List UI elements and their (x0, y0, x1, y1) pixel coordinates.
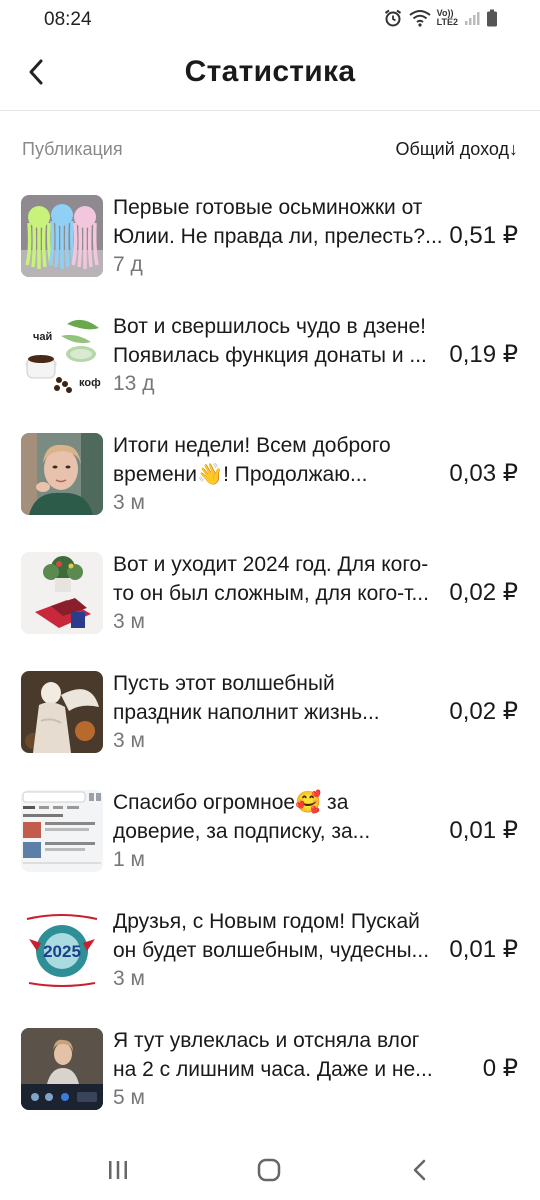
post-thumbnail-angel-figurine (21, 671, 103, 753)
home-button[interactable] (249, 1154, 289, 1186)
app-bar: Статистика (0, 40, 540, 111)
post-age: 1 м (113, 848, 145, 871)
status-time: 08:24 (44, 9, 92, 30)
wifi-icon (409, 10, 431, 27)
post-income: 0,02 ₽ (449, 698, 518, 725)
page-title: Статистика (184, 55, 356, 88)
post-age: 7 д (113, 253, 143, 276)
post-title-line-1: Друзья, с Новым годом! Пускай (113, 910, 420, 933)
post-age: 3 м (113, 491, 145, 514)
list-header: Публикация Общий доход↓ (22, 139, 518, 165)
post-thumbnail-new-year-2025-card: 2025 (21, 909, 103, 991)
post-title: Первые готовые осьминожки от Юлии. Не пр… (113, 193, 443, 251)
post-thumbnail-tea-coffee: чай коф (21, 314, 103, 396)
post-income: 0,01 ₽ (449, 936, 518, 963)
publication-row[interactable]: Пусть этот волшебный праздник наполнит ж… (0, 653, 540, 772)
status-bar: 08:24 Vo)) LTE2 (0, 0, 540, 40)
post-title: Я тут увлеклась и отсняла влог на 2 с ли… (113, 1026, 443, 1084)
post-age: 13 д (113, 372, 155, 395)
signal-icon (465, 12, 480, 25)
post-age: 3 м (113, 729, 145, 752)
system-nav-bar (0, 1140, 540, 1200)
lte2-label: LTE2 (436, 17, 458, 27)
post-income: 0,19 ₽ (449, 341, 518, 368)
post-income: 0,03 ₽ (449, 460, 518, 487)
battery-icon (487, 9, 497, 27)
post-title-line-1: Вот и уходит 2024 год. Для кого- (113, 553, 429, 576)
post-title-line-1: Первые готовые осьминожки от (113, 196, 423, 219)
publication-row[interactable]: Первые готовые осьминожки от Юлии. Не пр… (0, 177, 540, 296)
post-age: 5 м (113, 1086, 145, 1109)
post-title-line-2: он будет волшебным, чудесны... (113, 939, 430, 962)
post-income: 0,02 ₽ (449, 579, 518, 606)
thumb-text-tea: чай (33, 331, 52, 343)
post-income: 0,51 ₽ (449, 222, 518, 249)
post-thumbnail-app-screenshot (21, 790, 103, 872)
post-title-line-2: то он был сложным, для кого-т... (113, 582, 429, 605)
volte-lte2-icon: Vo)) LTE2 (437, 9, 458, 27)
post-title: Итоги недели! Всем доброго времени👋! Про… (113, 431, 443, 489)
publication-row[interactable]: Вот и уходит 2024 год. Для кого- то он б… (0, 534, 540, 653)
post-title: Друзья, с Новым годом! Пускай он будет в… (113, 907, 443, 965)
publication-row[interactable]: 2025 Друзья, с Новым годом! Пускай он бу… (0, 891, 540, 1010)
post-title-line-2: Юлии. Не правда ли, прелесть?... (113, 225, 443, 248)
back-icon (413, 1159, 426, 1181)
post-income: 0 ₽ (482, 1055, 518, 1082)
nav-back-button[interactable] (400, 1154, 440, 1186)
post-title-line-2: Появилась функция донаты и ... (113, 344, 427, 367)
publication-row[interactable]: Я тут увлеклась и отсняла влог на 2 с ли… (0, 1010, 540, 1129)
post-title-line-1: Спасибо огромное🥰 за (113, 791, 349, 814)
post-title-line-1: Пусть этот волшебный (113, 672, 335, 695)
post-title-line-2: времени👋! Продолжаю... (113, 463, 368, 486)
post-income: 0,01 ₽ (449, 817, 518, 844)
total-income-sort-button[interactable]: Общий доход↓ (396, 139, 518, 160)
post-title-line-1: Вот и свершилось чудо в дзене! (113, 315, 426, 338)
post-thumbnail-woman-portrait (21, 433, 103, 515)
post-title: Спасибо огромное🥰 за доверие, за подписк… (113, 788, 443, 846)
recent-apps-icon (109, 1161, 127, 1179)
post-title-line-2: доверие, за подписку, за... (113, 820, 371, 843)
publications-list: Первые готовые осьминожки от Юлии. Не пр… (0, 177, 540, 1129)
post-thumbnail-new-year-table (21, 552, 103, 634)
post-thumbnail-crochet-octopus (21, 195, 103, 277)
status-icons: Vo)) LTE2 (383, 8, 498, 28)
post-thumbnail-video-call (21, 1028, 103, 1110)
home-icon (257, 1158, 281, 1182)
post-title: Вот и свершилось чудо в дзене! Появилась… (113, 312, 443, 370)
thumb-year-text: 2025 (43, 942, 81, 961)
publication-row[interactable]: Спасибо огромное🥰 за доверие, за подписк… (0, 772, 540, 891)
publication-row[interactable]: Итоги недели! Всем доброго времени👋! Про… (0, 415, 540, 534)
publication-row[interactable]: чай коф Вот и свершилось чудо в дзене! П… (0, 296, 540, 415)
post-title-line-1: Я тут увлеклась и отсняла влог (113, 1029, 420, 1052)
recent-apps-button[interactable] (98, 1154, 138, 1186)
publication-column-label: Публикация (22, 139, 123, 159)
post-title-line-2: праздник наполнит жизнь... (113, 701, 380, 724)
post-age: 3 м (113, 610, 145, 633)
thumb-text-coffee: коф (79, 377, 101, 389)
post-title: Пусть этот волшебный праздник наполнит ж… (113, 669, 443, 727)
post-title: Вот и уходит 2024 год. Для кого- то он б… (113, 550, 443, 608)
post-title-line-2: на 2 с лишним часа. Даже и не... (113, 1058, 433, 1081)
post-age: 3 м (113, 967, 145, 990)
alarm-icon (384, 9, 401, 27)
post-title-line-1: Итоги недели! Всем доброго (113, 434, 391, 457)
